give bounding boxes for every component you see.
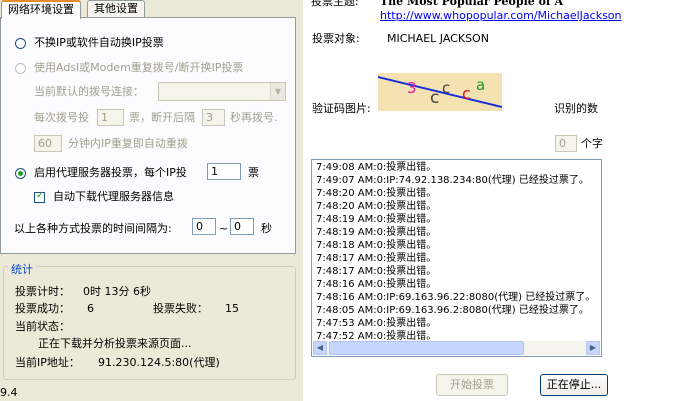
auto-download-label: 自动下载代理服务器信息 [53,190,174,203]
captcha-char: a [476,76,486,94]
captcha-char: c [442,79,451,97]
stats-title: 统计 [8,263,36,277]
status-label: 当前状态： [15,320,70,333]
tab-label: 网络环境设置 [8,3,74,16]
horizontal-scrollbar[interactable]: ◀ ▶ [313,341,600,355]
auto-download-checkbox[interactable]: ✓ [34,190,45,203]
radio-proxy-label: 启用代理服务器投票，每个IP投 [34,166,187,179]
success-label: 投票成功： [15,302,70,315]
captcha-image-blank [378,111,502,155]
dial-wait-input[interactable]: 3 [202,109,225,126]
dial-votes-suffix: 票，断开后隔 [129,111,195,124]
recognized-label: 识别的数 [554,102,598,115]
target-value: MICHAEL JACKSON [387,32,489,45]
timer-label: 投票计时： [15,285,70,298]
version-label: 9.4 [0,386,18,399]
tab-label: 其他设置 [94,2,138,15]
log-line: 7:48:16 AM:0:投票出错。 [316,279,437,290]
radio-adsl[interactable] [15,63,26,74]
dial-wait-suffix: 秒再拨号. [230,111,278,124]
proxy-votes-suffix: 票 [248,166,259,179]
start-vote-button[interactable]: 开始投票 [436,374,508,396]
proxy-votes-input[interactable]: 1 [207,163,241,180]
radio-proxy[interactable] [15,168,26,179]
radio-adsl-label: 使用Adsl或Modem重复拨号/断开换IP投票 [34,61,244,74]
dial-connection-select[interactable]: ▼ [158,82,286,101]
log-line: 7:48:16 AM:0:IP:69.163.96.22:8080(代理) 已经… [316,292,596,303]
ip-value: 91.230.124.5:80(代理) [98,356,220,369]
vote-link[interactable]: http://www.whopopular.com/MichaelJackson [380,9,622,23]
dial-every-label: 每次拨号投 [34,111,89,124]
radio-no-switch-label: 不换IP或软件自动换IP投票 [34,36,164,49]
theme-label: 投票主题: [311,0,359,8]
captcha-char: c [430,88,440,108]
log-line: 7:48:17 AM:0:投票出错。 [316,266,437,277]
stop-button[interactable]: 正在停止... [540,374,608,396]
log-line: 7:48:19 AM:0:投票出错。 [316,214,437,225]
interval-separator: ~ [219,222,229,235]
radio-no-switch[interactable] [15,38,26,49]
log-line: 7:48:17 AM:0:投票出错。 [316,253,437,264]
log-line: 7:48:18 AM:0:投票出错。 [316,240,437,251]
dial-votes-input[interactable]: 1 [97,109,124,126]
network-settings-panel: 不换IP或软件自动换IP投票 使用Adsl或Modem重复拨号/断开换IP投票 … [0,17,296,254]
repeat-minutes-suffix: 分钟内IP重复即自动重拨 [68,137,188,150]
interval-label: 以上各种方式投票的时间间隔为: [14,222,172,235]
captcha-label: 验证码图片: [312,102,371,115]
recognized-input[interactable]: 0 [555,135,577,152]
checkmark-icon: ✓ [36,190,45,201]
scroll-right-icon[interactable]: ▶ [586,341,600,355]
timer-value: 0时 13分 6秒 [83,285,151,298]
repeat-minutes-input[interactable]: 60 [34,135,62,152]
dial-connection-label: 当前默认的拨号连接： [34,85,144,98]
log-line: 7:48:19 AM:0:投票出错。 [316,227,437,238]
status-value: 正在下载并分析投票来源页面... [38,337,192,350]
fail-value: 15 [225,302,239,315]
captcha-char: c [462,84,471,103]
fail-label: 投票失败： [153,302,208,315]
interval-min-input[interactable]: 0 [192,218,216,235]
scrollbar-thumb[interactable] [329,341,524,355]
recognized-suffix: 个字 [581,137,603,150]
log-line: 7:47:53 AM:0:投票出错。 [316,318,437,329]
log-line: 7:48:20 AM:0:投票出错。 [316,201,437,212]
captcha-image: 3 c c c a [378,73,502,111]
success-value: 6 [87,302,94,315]
target-label: 投票对象: [312,32,360,45]
radio-selected-dot [18,171,23,176]
log-line: 7:48:05 AM:0:IP:69.163.96.2:8080(代理) 已经投… [316,305,589,316]
scroll-left-icon[interactable]: ◀ [313,341,327,355]
interval-unit: 秒 [261,222,272,235]
log-listbox[interactable]: 7:49:08 AM:0:投票出错。 7:49:07 AM:0:IP:74.92.… [311,159,602,357]
log-line: 7:49:08 AM:0:投票出错。 [316,162,437,173]
chevron-down-icon[interactable]: ▼ [270,83,285,100]
theme-value: The Most Popular People of A [380,0,564,8]
log-line: 7:49:07 AM:0:IP:74.92.138.234:80(代理) 已经投… [316,175,589,186]
log-line: 7:48:20 AM:0:投票出错。 [316,188,437,199]
interval-max-input[interactable]: 0 [230,218,254,235]
ip-label: 当前IP地址： [15,356,80,369]
captcha-char: 3 [407,79,417,97]
tab-network-settings[interactable]: 网络环境设置 [1,0,81,19]
tab-other-settings[interactable]: 其他设置 [87,0,145,17]
